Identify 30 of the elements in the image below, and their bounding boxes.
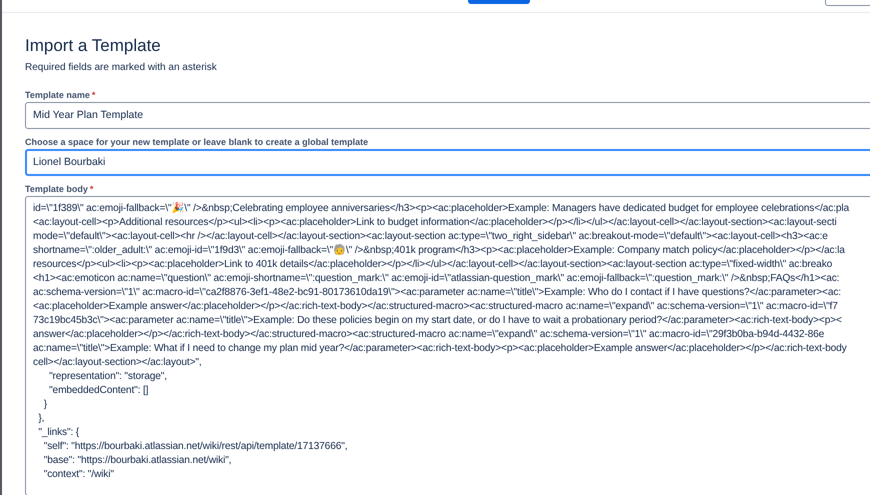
code-line: "embeddedContent": [] [48, 384, 148, 398]
code-line: mode=\"default\"><ac:layout-cell><hr /></ac:layout-cell></ac:layout-section><ac:layout-section ac:type=\"two_right_sidebar\" ac:breakout-mode=\"default\"><ac:layout-cell><h3><ac:e [33, 230, 828, 244]
code-line: cell></ac:layout-section></ac:layout>", [33, 356, 202, 370]
code-line: ac:schema-version=\"1\" ac:macro-id=\"ca2f8876-3ef1-48e2-bc91-80173610da19\"><ac:parameter ac:name=\"title\">Example: Who do I contact if I have questions?</ac:parameter><ac: [33, 286, 841, 300]
code-line: } [42, 398, 47, 412]
code-line: answer</ac:placeholder></p></ac:rich-text-body></ac:structured-macro><ac:structured-macro ac:name=\"expand\" ac:schema-version=\"1\" ac:macro-id=\"29f3b0ba-b94d-4432-86e [33, 328, 824, 342]
code-line: "self": "https://bourbaki.atlassian.net/wiki/rest/api/template/17137666", [42, 440, 348, 454]
template-body-field[interactable] [25, 196, 870, 495]
field-label: Choose a space for your new template or leave blank to create a global template [25, 136, 368, 148]
text-field[interactable]: Lionel Bourbaki [25, 149, 870, 176]
code-line: "base": "https://bourbaki.atlassian.net/wiki", [42, 454, 232, 468]
code-line: shortname=\":older_adult:\" ac:emoji-id=\"1f9d3\" ac:emoji-fallback=\"🧓\" />&nbsp;401k program</h3><p><ac:placeholder>Example: Company match policy</ac:placeholder></p></ac:la [33, 244, 845, 258]
code-line: <ac:layout-cell><p>Additional resources</p><ul><li><p><ac:placeholder>Link to budget information</ac:placeholder></p></li></ul></ac:layout-cell></ac:layout-section><ac:layout-secti [33, 216, 837, 230]
text-field[interactable]: Mid Year Plan Template [25, 102, 870, 129]
code-line: resources</p><ul><li><p><ac:placeholder>Link to 401k details</ac:placeholder></p></li></ul></ac:layout-cell></ac:layout-section><ac:layout-section ac:type=\"fixed-width\" ac:breako [33, 258, 832, 272]
required-asterisk: * [92, 89, 96, 101]
code-line: <ac:placeholder>Example answer</ac:placeholder></p></ac:rich-text-body></ac:structured-macro><ac:structured-macro ac:name=\"expand\" ac:schema-version=\"1\" ac:macro-id=\"f7 [33, 300, 838, 314]
code-line: "context": "/wiki" [42, 468, 114, 482]
code-line: 73c19bc45b3c\"><ac:parameter ac:name=\"title\">Example: Do these policies begin on my start date, or do I have to wait a probationary period?</ac:parameter><ac:rich-text-body><p>< [33, 314, 842, 328]
code-line: }, [37, 412, 44, 426]
code-line: id=\"1f389\" ac:emoji-fallback=\"🎉\" />&nbsp;Celebrating employee anniversaries</h3><p><ac:placeholder>Example: Managers have dedicated budget for employee celebrations</ac:pla [33, 202, 850, 216]
code-line: "representation": "storage", [48, 370, 167, 384]
required-asterisk: * [90, 183, 94, 195]
page-subtitle: Required fields are marked with an asterisk [25, 61, 218, 74]
code-line: <h1><ac:emoticon ac:name=\"question\" ac:emoji-shortname=\":question_mark:\" ac:emoji-id=\"atlassian-question_mark\" ac:emoji-fallback=\":question_mark:\" />&nbsp;FAQs</h1><ac: [33, 272, 840, 286]
code-line: ac:name=\"title\">Example: What if I need to change my plan mid year?</ac:parameter><ac:rich-text-body><p><ac:placeholder>Example answer</ac:placeholder></p></ac:rich-text-body [33, 342, 847, 356]
page-title: Import a Template [25, 35, 162, 57]
field-label: Template name [25, 89, 90, 101]
code-line: "_links": { [37, 426, 80, 440]
field-label: Template body [25, 183, 88, 195]
